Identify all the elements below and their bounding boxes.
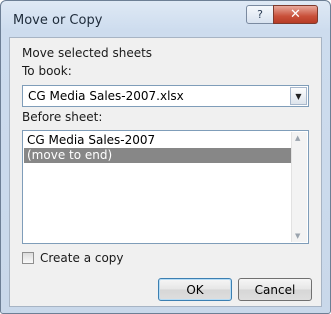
help-icon: ? [257, 8, 263, 21]
section-label: Move selected sheets [22, 46, 153, 60]
scroll-down-icon[interactable]: ▼ [295, 232, 300, 240]
dropdown-button[interactable]: ▼ [290, 87, 307, 105]
close-button[interactable]: ✕ [273, 5, 318, 24]
to-book-value: CG Media Sales-2007.xlsx [28, 89, 184, 103]
vertical-scrollbar[interactable]: ▲ ▼ [291, 132, 307, 242]
scroll-up-icon[interactable]: ▲ [295, 134, 300, 142]
chevron-down-icon: ▼ [295, 91, 302, 101]
list-item-selected[interactable]: (move to end) [24, 148, 291, 163]
before-sheet-list[interactable]: CG Media Sales-2007 (move to end) ▲ ▼ [22, 130, 309, 244]
create-copy-option[interactable]: Create a copy [22, 248, 124, 268]
before-sheet-label: Before sheet: [22, 110, 103, 124]
close-icon: ✕ [290, 7, 301, 22]
create-copy-label: Create a copy [40, 251, 124, 265]
to-book-label: To book: [22, 64, 72, 78]
create-copy-checkbox[interactable] [22, 252, 34, 264]
help-button[interactable]: ? [246, 5, 274, 24]
list-item[interactable]: CG Media Sales-2007 [24, 133, 291, 148]
to-book-select[interactable]: CG Media Sales-2007.xlsx ▼ [22, 85, 309, 107]
cancel-button[interactable]: Cancel [238, 278, 312, 301]
ok-button[interactable]: OK [158, 278, 232, 301]
dialog-title: Move or Copy [13, 13, 103, 28]
move-or-copy-dialog: Move or Copy ? ✕ Move selected sheets To… [0, 0, 331, 314]
dialog-body: Move selected sheets To book: CG Media S… [9, 37, 322, 307]
title-bar: Move or Copy ? ✕ [1, 1, 330, 31]
